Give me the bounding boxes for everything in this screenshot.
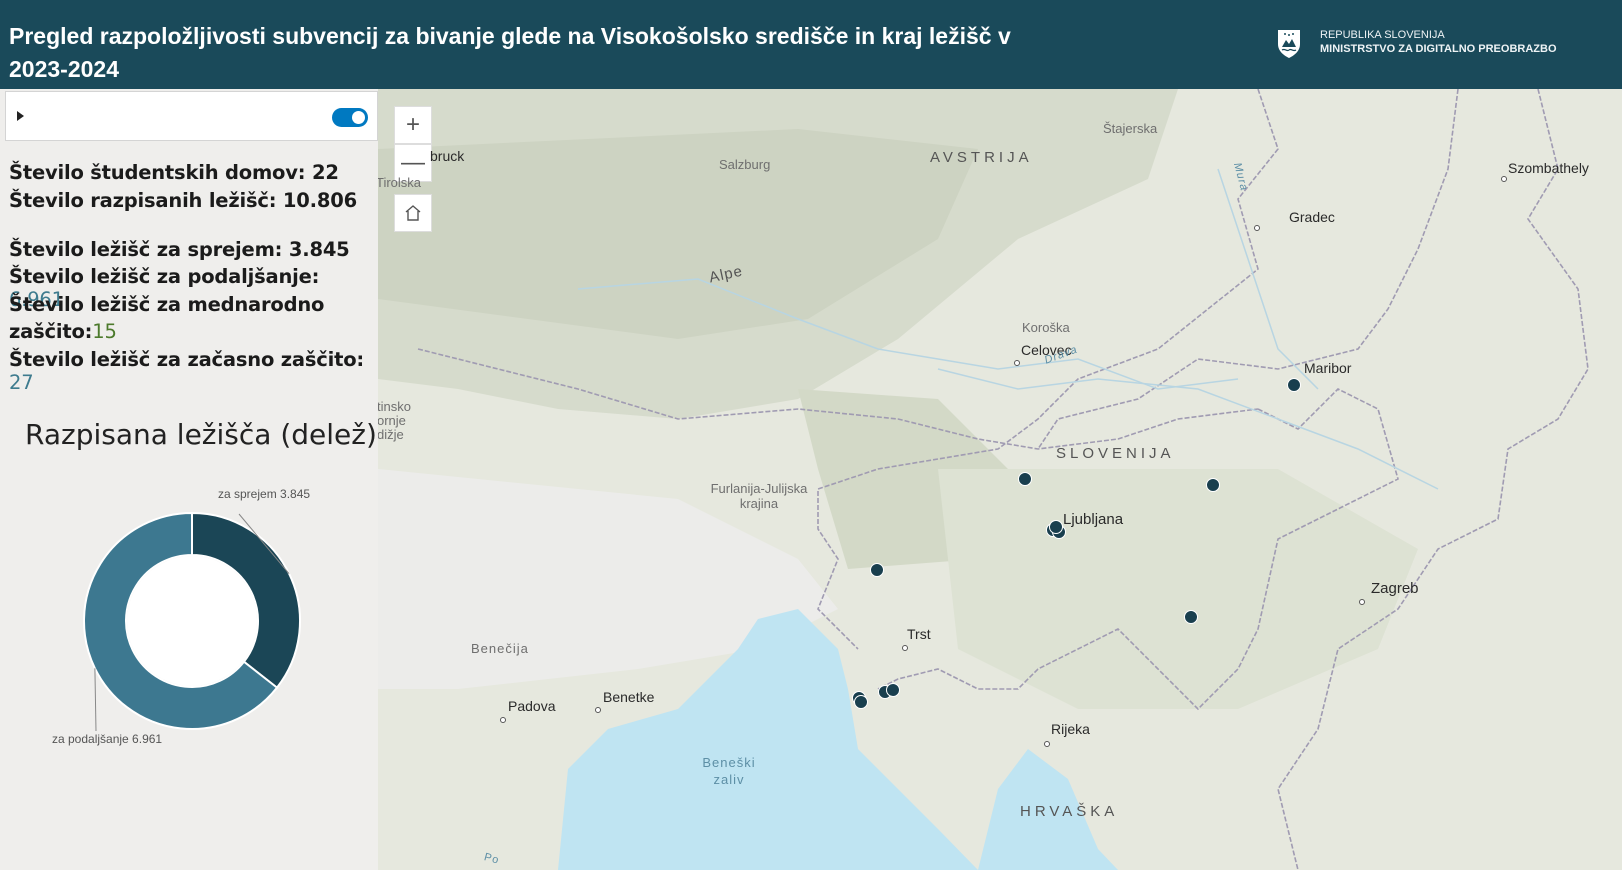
dorm-marker[interactable]: [854, 695, 868, 709]
donut-leader-line: [94, 668, 97, 732]
stat-sprejem: Število ležišč za sprejem: 3.845: [9, 238, 350, 261]
dorm-marker[interactable]: [1287, 378, 1301, 392]
dorm-marker[interactable]: [870, 563, 884, 577]
chart-title: Razpisana ležišča (delež): [25, 418, 377, 451]
country-label-hrvaska: HRVAŠKA: [1020, 803, 1119, 820]
city-label-trst: Trst: [907, 626, 931, 642]
region-label-stajerska: Štajerska: [1103, 121, 1158, 136]
city-marker: [1014, 360, 1020, 366]
region-label-furlanija: Furlanija-Julijska krajina: [710, 481, 808, 511]
stat-mednarodno-label: zaščito:: [9, 320, 93, 343]
city-marker: [500, 717, 506, 723]
app-header: Pregled razpoložljivosti subvencij za bi…: [0, 0, 1622, 89]
donut-hole: [127, 556, 257, 686]
city-label-benetke: Benetke: [603, 689, 655, 705]
layer-toggle[interactable]: [332, 108, 368, 127]
dorm-marker[interactable]: [1049, 520, 1063, 534]
stat-zacasno-label: Število ležišč za začasno zaščito:: [9, 348, 365, 371]
city-marker: [1501, 176, 1507, 182]
home-icon: [405, 205, 421, 221]
city-marker: [1254, 225, 1260, 231]
city-label-rijeka: Rijeka: [1051, 721, 1090, 737]
city-marker: [902, 645, 908, 651]
expand-caret-icon[interactable]: [17, 111, 24, 121]
stat-mednarodno-line2: zaščito:15: [9, 320, 117, 343]
page-title: Pregled razpoložljivosti subvencij za bi…: [9, 23, 1011, 82]
stat-zacasno: Število ležišč za začasno zaščito: 27: [9, 348, 378, 394]
dorm-marker[interactable]: [1206, 478, 1220, 492]
city-label-salzburg: Salzburg: [719, 157, 771, 172]
country-label-avstrija: AVSTRIJA: [930, 149, 1033, 166]
stat-razpisana: Število razpisanih ležišč: 10.806: [9, 189, 357, 212]
city-marker: [1044, 741, 1050, 747]
donut-label-1: za podaljšanje 6.961: [52, 732, 162, 746]
stat-podaljsanje-label: Število ležišč za podaljšanje:: [9, 265, 320, 288]
region-label-tirolska: Tirolska: [378, 175, 422, 190]
region-label-dizje: dižje: [378, 427, 404, 442]
coat-of-arms-logo: [1278, 30, 1300, 58]
panel-toolbar: [5, 91, 378, 141]
city-label-ljubljana: Ljubljana: [1063, 511, 1124, 528]
region-label-ornje: ornje: [378, 413, 406, 428]
region-label-koroska: Koroška: [1022, 320, 1070, 335]
zoom-in-button[interactable]: +: [394, 106, 432, 144]
region-label-benecija: Benečija: [471, 641, 529, 656]
stat-domovi: Število študentskih domov: 22: [9, 161, 339, 184]
logo-line2: MINISTRSTVO ZA DIGITALNO PREOBRAZBO: [1320, 43, 1557, 55]
city-label-maribor: Maribor: [1304, 360, 1352, 376]
map-view[interactable]: + — AVSTRIJA SLOVENIJA HRVAŠKA bruck Sal…: [378, 89, 1622, 870]
sidebar-panel: Število študentskih domov: 22 Število ra…: [0, 89, 378, 870]
city-label-zagreb: Zagreb: [1371, 580, 1419, 597]
city-label-bruck: bruck: [430, 148, 465, 164]
dorm-marker[interactable]: [1184, 610, 1198, 624]
country-label-slovenija: SLOVENIJA: [1056, 445, 1175, 462]
dorm-marker[interactable]: [886, 683, 900, 697]
stat-mednarodno-value: 15: [92, 320, 117, 343]
dorm-marker[interactable]: [1018, 472, 1032, 486]
stat-mednarodno-line1: Število ležišč za mednarodno: [9, 293, 325, 316]
home-button[interactable]: [394, 194, 432, 232]
donut-chart: za sprejem 3.845 za podaljšanje 6.961: [52, 487, 310, 746]
map-basemap: [378, 89, 1622, 870]
city-label-padova: Padova: [508, 698, 556, 714]
toggle-knob: [352, 111, 365, 124]
donut-label-0: za sprejem 3.845: [218, 487, 310, 501]
logo-line1: REPUBLIKA SLOVENIJA: [1320, 29, 1445, 41]
water-label-beneski-zaliv: Beneški zaliv: [702, 755, 756, 787]
city-marker: [1359, 599, 1365, 605]
city-label-gradec: Gradec: [1289, 209, 1335, 225]
region-label-tinsko: tinsko: [378, 399, 411, 414]
city-marker: [595, 707, 601, 713]
stat-zacasno-value: 27: [9, 371, 34, 394]
city-label-szombathely: Szombathely: [1508, 160, 1589, 176]
